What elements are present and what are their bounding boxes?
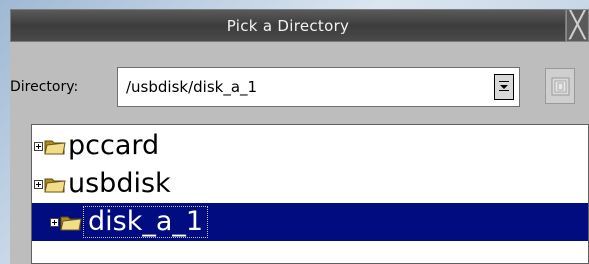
new-folder-button[interactable] [545, 68, 575, 104]
pick-directory-dialog: Pick a Directory ╳ Directory: /usbdisk/d… [0, 0, 589, 264]
tree-item-usbdisk[interactable]: usbdisk [34, 165, 334, 203]
directory-value: /usbdisk/disk_a_1 [126, 78, 258, 96]
directory-dropdown-button[interactable] [494, 74, 514, 100]
close-icon: ╳ [569, 10, 586, 40]
folder-icon [60, 216, 82, 231]
directory-tree[interactable]: pccard usbdisk disk_a_1 [31, 124, 589, 264]
dialog-title: Pick a Directory [226, 17, 350, 35]
expand-icon[interactable] [34, 179, 43, 189]
directory-label: Directory: [10, 79, 79, 95]
tree-item-label: pccard [68, 130, 160, 161]
expand-icon[interactable] [34, 141, 43, 151]
tree-item-label: usbdisk [68, 168, 171, 199]
folder-icon [44, 140, 66, 155]
folder-icon [44, 178, 66, 193]
tree-item-pccard[interactable]: pccard [34, 127, 334, 165]
directory-combobox[interactable]: /usbdisk/disk_a_1 [117, 67, 520, 107]
tree-item-label: disk_a_1 [82, 206, 209, 238]
new-folder-icon [551, 77, 570, 96]
tree-item-disk-a-1[interactable]: disk_a_1 [32, 203, 588, 241]
close-button[interactable]: ╳ [566, 9, 589, 42]
expand-icon[interactable] [50, 217, 59, 227]
title-bar[interactable]: Pick a Directory [10, 9, 566, 42]
